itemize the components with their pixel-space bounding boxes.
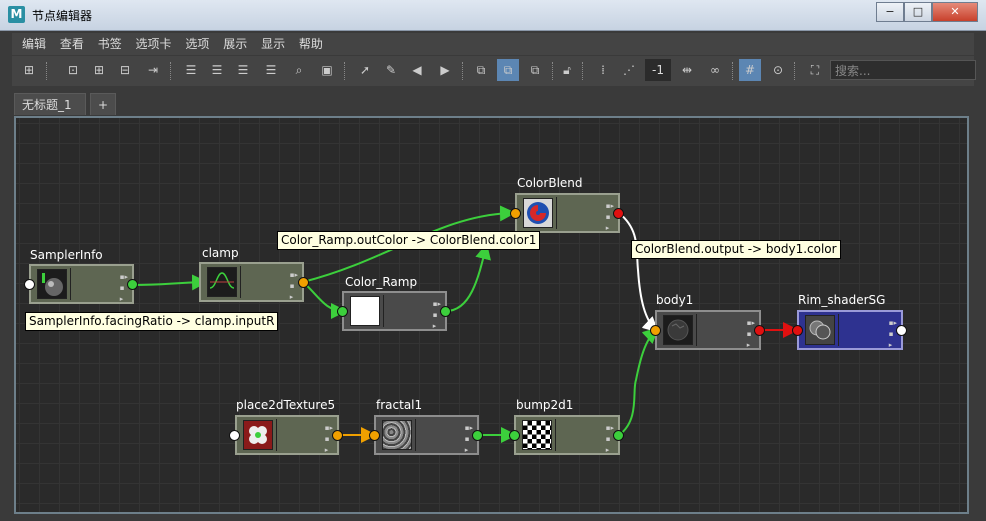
bump2d1-output-port[interactable] xyxy=(613,430,624,441)
node-title-place2dtexture5: place2dTexture5 xyxy=(236,398,336,412)
node-clamp[interactable]: ▪▸ ▪ ▸ xyxy=(199,262,304,302)
node-title-body1: body1 xyxy=(656,293,694,307)
node-port-icons: ▪▸ ▪ ▸ xyxy=(289,271,298,301)
body1-material-swatch xyxy=(663,315,693,345)
connection-tooltip-blend-body: ColorBlend.output -> body1.color xyxy=(631,240,841,259)
samplerinfo-icon xyxy=(37,269,67,299)
node-port-icons: ▪▸ ▪ ▸ xyxy=(746,319,755,349)
body1-input-port[interactable] xyxy=(650,325,661,336)
clamp-output-port[interactable] xyxy=(298,277,309,288)
node-divider xyxy=(838,314,839,346)
rim-shadersg-input-port[interactable] xyxy=(792,325,803,336)
place2dtexture5-output-port[interactable] xyxy=(332,430,343,441)
node-divider xyxy=(70,268,71,300)
wire-clamp-colorramp[interactable] xyxy=(302,281,347,319)
node-samplerinfo[interactable]: ▪▸ ▪ ▸ xyxy=(29,264,134,304)
node-title-clamp: clamp xyxy=(202,246,239,260)
node-divider xyxy=(556,197,557,229)
shading-group-icon xyxy=(805,315,835,345)
wire-samplerinfo-clamp[interactable] xyxy=(132,274,208,291)
wire-bump-body1[interactable] xyxy=(618,327,659,436)
node-body1[interactable]: ▪▸ ▪ ▸ xyxy=(655,310,761,350)
clamp-curve-icon xyxy=(207,267,237,297)
color-ramp-swatch xyxy=(350,296,380,326)
bump2d1-input-port[interactable] xyxy=(509,430,520,441)
node-divider xyxy=(383,295,384,327)
colorblend-icon xyxy=(523,198,553,228)
colorblend-output-port[interactable] xyxy=(613,208,624,219)
color-ramp-input-port[interactable] xyxy=(337,306,348,317)
samplerinfo-output-port[interactable] xyxy=(127,279,138,290)
node-title-bump2d1: bump2d1 xyxy=(516,398,574,412)
node-color-ramp[interactable]: ▪▸ ▪ ▸ xyxy=(342,291,447,331)
colorblend-input-port[interactable] xyxy=(510,208,521,219)
node-port-icons: ▪▸ ▪ ▸ xyxy=(464,424,473,454)
node-port-icons: ▪▸ ▪ ▸ xyxy=(119,273,128,303)
node-title-color-ramp: Color_Ramp xyxy=(345,275,418,289)
wire-colorblend-body1[interactable] xyxy=(618,212,659,333)
bump-checker-icon xyxy=(522,420,552,450)
node-title-colorblend: ColorBlend xyxy=(517,176,583,190)
node-divider xyxy=(276,419,277,451)
node-divider xyxy=(240,266,241,298)
node-port-icons: ▪▸ ▪ ▸ xyxy=(605,202,614,232)
wire-colorramp-colorblend[interactable] xyxy=(445,243,491,312)
place2dtexture-icon xyxy=(243,420,273,450)
fractal1-input-port[interactable] xyxy=(369,430,380,441)
node-port-icons: ▪▸ ▪ ▸ xyxy=(605,424,614,454)
connection-tooltip-sampler-clamp: SamplerInfo.facingRatio -> clamp.inputR xyxy=(25,312,279,331)
connection-tooltip-ramp-blend: Color_Ramp.outColor -> ColorBlend.color1 xyxy=(277,231,541,250)
node-port-icons: ▪▸ ▪ ▸ xyxy=(888,319,897,349)
node-rim-shadersg[interactable]: ▪▸ ▪ ▸ xyxy=(797,310,903,350)
node-colorblend[interactable]: ▪▸ ▪ ▸ xyxy=(515,193,620,233)
color-ramp-output-port[interactable] xyxy=(440,306,451,317)
body1-output-port[interactable] xyxy=(754,325,765,336)
node-divider xyxy=(696,314,697,346)
connection-wires xyxy=(132,205,799,443)
node-title-fractal1: fractal1 xyxy=(376,398,423,412)
node-title-rim-shadersg: Rim_shaderSG xyxy=(798,293,886,307)
samplerinfo-input-port[interactable] xyxy=(24,279,35,290)
place2dtexture5-input-port[interactable] xyxy=(229,430,240,441)
rim-shadersg-output-port[interactable] xyxy=(896,325,907,336)
node-title-samplerinfo: SamplerInfo xyxy=(30,248,103,262)
fractal-noise-swatch xyxy=(382,420,412,450)
node-fractal1[interactable]: ▪▸ ▪ ▸ xyxy=(374,415,479,455)
node-bump2d1[interactable]: ▪▸ ▪ ▸ xyxy=(514,415,620,455)
node-divider xyxy=(555,419,556,451)
node-divider xyxy=(415,419,416,451)
node-port-icons: ▪▸ ▪ ▸ xyxy=(432,300,441,330)
fractal1-output-port[interactable] xyxy=(472,430,483,441)
node-port-icons: ▪▸ ▪ ▸ xyxy=(324,424,333,454)
node-place2dtexture5[interactable]: ▪▸ ▪ ▸ xyxy=(235,415,339,455)
